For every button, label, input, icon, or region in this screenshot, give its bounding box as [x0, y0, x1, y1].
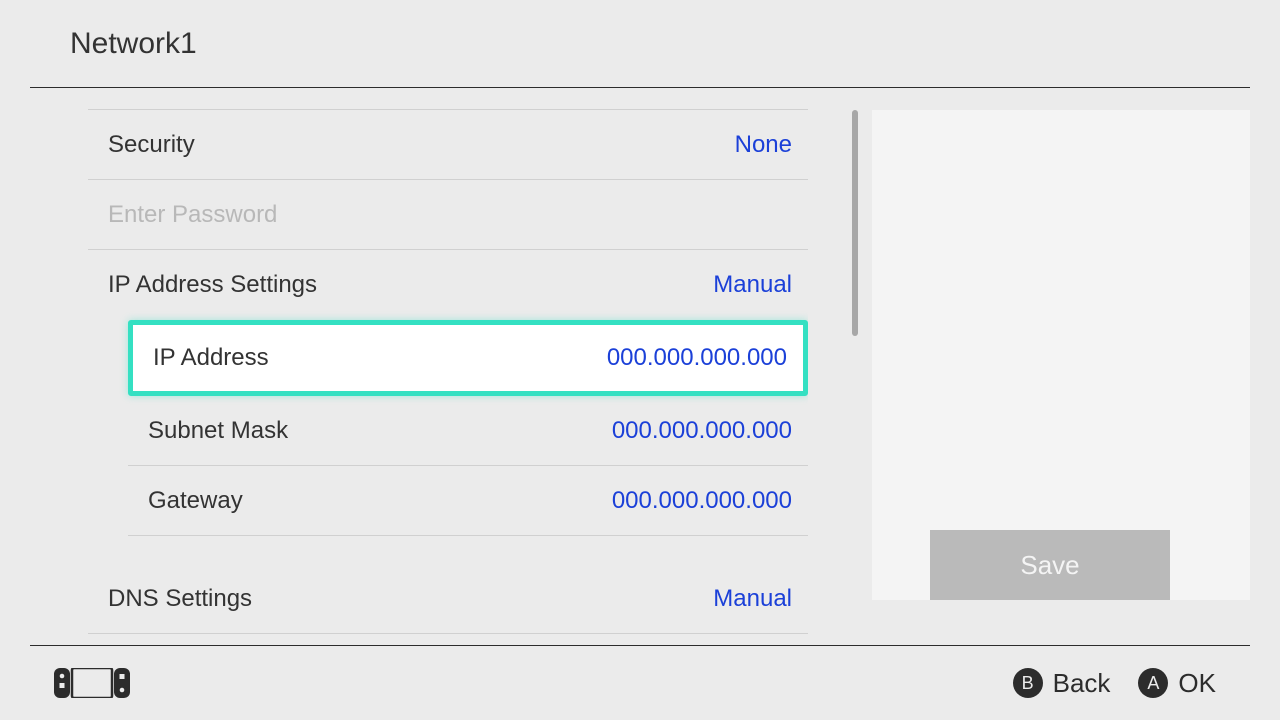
b-button-icon: B	[1013, 668, 1043, 698]
gateway-value: 000.000.000.000	[612, 487, 792, 515]
ip-address-label: IP Address	[153, 344, 269, 372]
security-label: Security	[108, 131, 195, 159]
page-title: Network1	[70, 27, 197, 61]
a-button-icon: A	[1138, 668, 1168, 698]
back-button[interactable]: B Back	[1013, 668, 1111, 699]
dns-settings-value: Manual	[713, 585, 792, 613]
dns-settings-row[interactable]: DNS Settings Manual	[88, 564, 808, 634]
save-button[interactable]: Save	[930, 530, 1170, 600]
back-label: Back	[1053, 668, 1111, 699]
header: Network1	[0, 0, 1280, 88]
side-panel: Save	[872, 110, 1250, 600]
ok-button[interactable]: A OK	[1138, 668, 1216, 699]
subnet-mask-label: Subnet Mask	[148, 417, 288, 445]
ip-settings-value: Manual	[713, 271, 792, 299]
security-value: None	[735, 131, 792, 159]
scrollbar[interactable]	[852, 110, 858, 336]
settings-list: SSID MySSID Security None Enter Password…	[88, 88, 808, 646]
password-row: Enter Password	[88, 180, 808, 250]
security-row[interactable]: Security None	[88, 110, 808, 180]
ip-address-value: 000.000.000.000	[607, 344, 787, 372]
ssid-row[interactable]: SSID MySSID	[88, 88, 808, 110]
gateway-row[interactable]: Gateway 000.000.000.000	[128, 466, 808, 536]
dns-settings-label: DNS Settings	[108, 585, 252, 613]
password-label: Enter Password	[108, 201, 277, 229]
ip-settings-label: IP Address Settings	[108, 271, 317, 299]
ip-address-row[interactable]: IP Address 000.000.000.000	[128, 320, 808, 396]
subnet-mask-row[interactable]: Subnet Mask 000.000.000.000	[128, 396, 808, 466]
ok-label: OK	[1178, 668, 1216, 699]
ip-settings-row[interactable]: IP Address Settings Manual	[88, 250, 808, 320]
footer: B Back A OK	[0, 646, 1280, 720]
spacer	[88, 536, 808, 564]
footer-buttons: B Back A OK	[1013, 668, 1216, 699]
ssid-label: SSID	[108, 88, 164, 89]
controller-icon	[54, 668, 130, 698]
subnet-mask-value: 000.000.000.000	[612, 417, 792, 445]
gateway-label: Gateway	[148, 487, 243, 515]
ssid-value: MySSID	[704, 88, 792, 89]
